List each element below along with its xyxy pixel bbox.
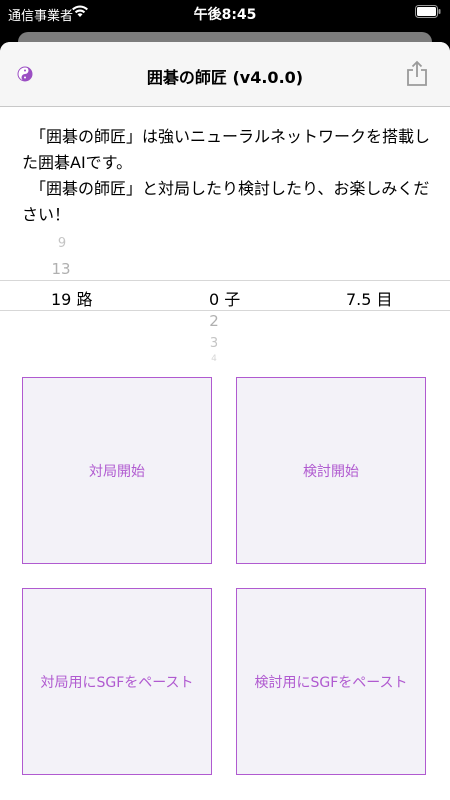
handicap-selected[interactable]: 0 子: [209, 286, 240, 310]
board-size-option[interactable]: 9: [32, 236, 92, 251]
share-icon[interactable]: [406, 60, 428, 87]
intro-text: 「囲碁の師匠」は強いニューラルネットワークを搭載した囲碁AIです。 「囲碁の師匠…: [22, 124, 432, 228]
navigation-bar: 囲碁の師匠 (v4.0.0): [0, 42, 450, 107]
settings-picker[interactable]: 9 13 19 路 0 子 2 3 4 7.5 目: [0, 232, 450, 367]
battery-icon: [415, 5, 441, 18]
play-paste-sgf-button[interactable]: 対局用にSGFをペースト: [22, 588, 212, 775]
intro-paragraph-1: 「囲碁の師匠」は強いニューラルネットワークを搭載した囲碁AIです。: [22, 127, 431, 172]
handicap-option[interactable]: 4: [184, 354, 244, 364]
review-paste-sgf-button[interactable]: 検討用にSGFをペースト: [236, 588, 426, 775]
handicap-option[interactable]: 2: [184, 312, 244, 330]
main-sheet: 囲碁の師匠 (v4.0.0) 「囲碁の師匠」は強いニューラルネットワークを搭載し…: [0, 42, 450, 800]
handicap-picker[interactable]: 0 子 2 3 4: [150, 232, 300, 367]
review-start-label: 検討開始: [303, 463, 359, 480]
status-time: 午後8:45: [193, 7, 257, 23]
board-size-option[interactable]: 13: [31, 260, 91, 278]
status-bar: 通信事業者 午後8:45: [0, 0, 450, 30]
page-title: 囲碁の師匠 (v4.0.0): [146, 68, 304, 87]
play-start-label: 対局開始: [89, 463, 145, 480]
board-size-selected[interactable]: 19 路: [51, 286, 92, 310]
board-size-picker[interactable]: 9 13 19 路: [0, 232, 150, 367]
komi-picker[interactable]: 7.5 目: [300, 232, 450, 367]
handicap-option[interactable]: 3: [184, 336, 244, 351]
komi-selected[interactable]: 7.5 目: [346, 286, 393, 310]
play-paste-sgf-label: 対局用にSGFをペースト: [40, 674, 194, 691]
review-paste-sgf-label: 検討用にSGFをペースト: [254, 674, 408, 691]
review-start-button[interactable]: 検討開始: [236, 377, 426, 564]
intro-paragraph-2: 「囲碁の師匠」と対局したり検討したり、お楽しみください！: [22, 179, 430, 224]
play-start-button[interactable]: 対局開始: [22, 377, 212, 564]
